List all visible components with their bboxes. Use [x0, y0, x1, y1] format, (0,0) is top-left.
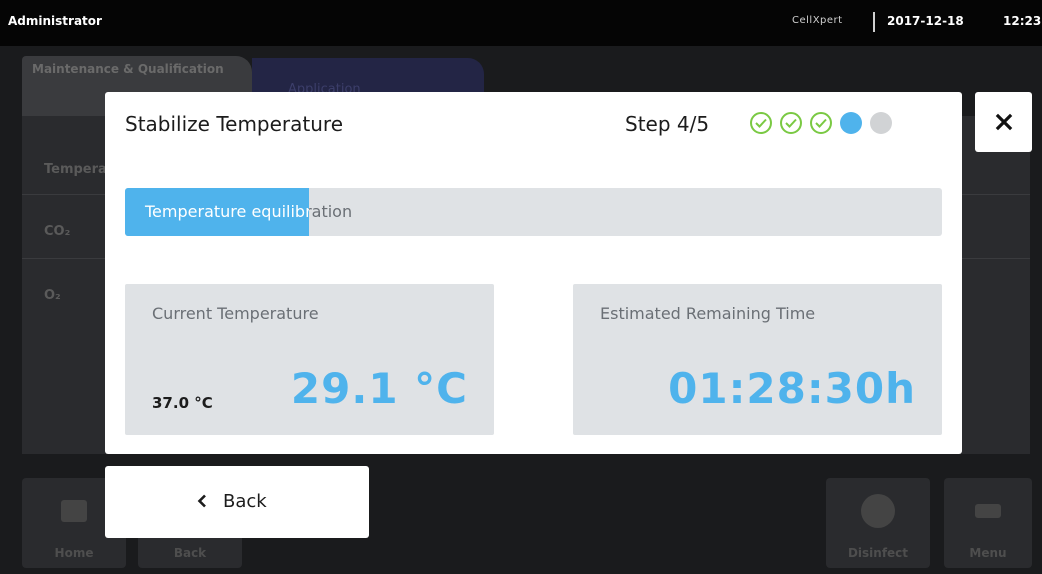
status-bar: Administrator CellXpert 2017-12-18 12:23 — [0, 0, 1042, 46]
status-date: 2017-12-18 — [887, 14, 964, 28]
remaining-time-card: Estimated Remaining Time 01:28:30h — [573, 284, 942, 435]
step-2-done-icon — [780, 112, 802, 134]
step-4-active-icon — [840, 112, 862, 134]
current-temperature-label: Current Temperature — [152, 304, 319, 323]
progress-label-highlight: Temperature equilibration — [145, 202, 309, 221]
bg-row-o2: O₂ — [44, 288, 61, 303]
home-icon — [61, 500, 87, 522]
remaining-time-label: Estimated Remaining Time — [600, 304, 816, 323]
progress-label-overlay: Temperature equilibration — [125, 188, 309, 236]
bg-back-label: Back — [173, 546, 207, 560]
setpoint-value: 37.0 °C — [152, 394, 213, 412]
bg-menu-button: Menu — [944, 478, 1032, 568]
close-icon — [995, 113, 1012, 131]
status-time: 12:23 — [1003, 14, 1042, 28]
back-button-label: Back — [223, 491, 267, 512]
step-3-done-icon — [810, 112, 832, 134]
step-5-pending-icon — [870, 112, 892, 134]
chevron-left-icon — [197, 494, 206, 508]
close-button[interactable] — [975, 92, 1032, 152]
user-name: Administrator — [8, 14, 102, 28]
step-1-done-icon — [750, 112, 772, 134]
bg-disinfect-button: Disinfect — [826, 478, 930, 568]
bg-tab-maintenance-label: Maintenance & Qualification — [32, 62, 224, 76]
remaining-time-value: 01:28:30h — [668, 364, 916, 413]
device-name: CellXpert — [792, 15, 843, 26]
bg-home-label: Home — [54, 546, 94, 560]
bg-row-co2: CO₂ — [44, 224, 71, 239]
menu-icon — [975, 504, 1001, 518]
current-temperature-value: 29.1 °C — [290, 364, 468, 413]
disinfect-icon — [861, 494, 895, 528]
bg-disinfect-label: Disinfect — [847, 546, 909, 560]
bg-menu-label: Menu — [969, 546, 1007, 560]
equilibration-progress-bar: Temperature equilibration Temperature eq… — [125, 188, 942, 236]
stabilize-temperature-dialog: Stabilize Temperature Step 4/5 Temperatu… — [105, 92, 962, 454]
screen: Administrator CellXpert 2017-12-18 12:23… — [0, 0, 1042, 574]
current-temperature-card: Current Temperature 37.0 °C 29.1 °C — [125, 284, 494, 435]
step-indicator: Step 4/5 — [625, 112, 710, 136]
dialog-title: Stabilize Temperature — [125, 112, 344, 136]
back-button[interactable]: Back — [105, 466, 369, 538]
status-divider — [873, 12, 875, 32]
